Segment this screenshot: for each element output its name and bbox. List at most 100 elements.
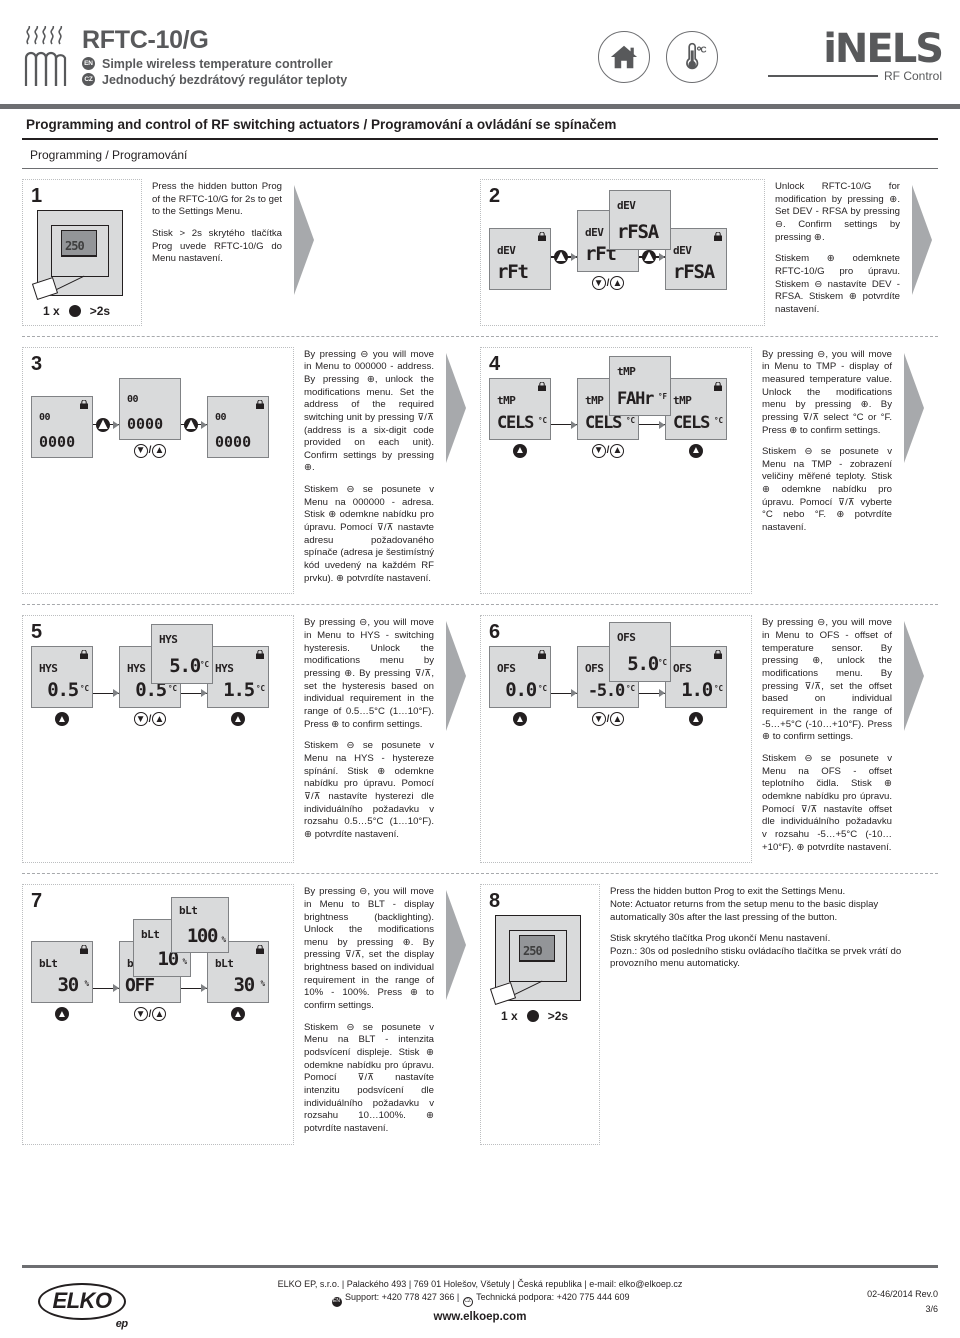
lcd-top-label: OFS	[673, 662, 692, 676]
thermostat-frame: 250	[51, 225, 109, 277]
cz-badge: CZ	[82, 73, 95, 87]
section-subtitle: Programming / Programování	[22, 140, 938, 169]
thermostat-button-area	[61, 256, 97, 274]
down-button-icon: ▼	[591, 712, 606, 727]
lcd-top-label: bLt	[39, 957, 58, 971]
thermostat-button-area	[519, 961, 555, 979]
step-2: 2 dEV rFt ▲ dEV rFt ▼ / ▲ dEV rFSA ▲ dEV…	[480, 179, 938, 326]
confirm-button: ▲	[689, 712, 703, 727]
step-4-flow-arrow	[902, 347, 930, 595]
en-badge: EN	[82, 57, 95, 71]
footer-website[interactable]: www.elkoep.com	[152, 1309, 808, 1326]
lcd-display: 00 0000	[31, 395, 93, 458]
lcd-display: tMP CELS °C	[665, 377, 727, 440]
step-6-diagram: 6 OFS 0.0 °C ▲ OFS -5.0 °C ▼ / ▲ OFS 5.0…	[480, 615, 752, 864]
elko-ep-mark: ep	[115, 1318, 128, 1331]
lcd-unit: °C	[657, 658, 667, 668]
footer-page-number: 3/6	[925, 1303, 938, 1314]
lcd-group-1: 00 0000	[31, 395, 93, 458]
step-1-press-count: 1 x	[43, 304, 60, 318]
arrow-connector: ▲	[551, 224, 577, 290]
lcd-group-3: 00 0000	[207, 395, 269, 458]
updown-buttons: ▼ / ▲	[591, 276, 625, 290]
thermostat-illustration: 250	[31, 210, 123, 300]
step-4-text: By pressing ⊖, you will move in Menu to …	[752, 347, 902, 595]
lcd-top-label: OFS	[497, 662, 516, 676]
lcd-display: dEV rFt	[489, 228, 551, 290]
lcd-top-label: HYS	[215, 662, 234, 676]
step-5-text-en: By pressing ⊖, you will move in Menu to …	[304, 617, 434, 730]
lcd-unit: %	[221, 935, 226, 945]
lcd-popup-display: dEV rFSA	[609, 190, 671, 250]
lcd-display: 00 0000	[207, 395, 269, 458]
lock-icon	[538, 232, 546, 241]
step-6: 6 OFS 0.0 °C ▲ OFS -5.0 °C ▼ / ▲ OFS 5.0…	[480, 615, 938, 864]
press-pointer-line	[511, 980, 543, 997]
lcd-group-1: bLt 30 % ▲	[31, 941, 93, 1022]
lcd-main-value: 5.0	[627, 653, 659, 676]
lcd-unit: °C	[79, 684, 89, 694]
step-1: 1 250 1 x >2s Press the hidden button Pr…	[22, 179, 480, 326]
step-8-diagram: 8 250 1 x >2s	[480, 884, 600, 1145]
up-button-icon: ▲	[152, 443, 167, 458]
steps-row-4: 7 bLt 30 % ▲ OFF ▼ / ▲ bLt 10 % bLt 100 …	[22, 874, 938, 1145]
button-separator: /	[148, 1008, 152, 1020]
step-4-display-sequence: tMP CELS °C ▲ tMP CELS °C ▼ / ▲ tMP FAHr…	[489, 355, 745, 478]
step-4: 4 tMP CELS °C ▲ tMP CELS °C ▼ / ▲ tMP FA…	[480, 346, 938, 595]
footer-support-en: Support: +420 778 427 366 |	[345, 1292, 460, 1303]
updown-buttons: ▼ / ▲	[591, 443, 625, 458]
inels-rule	[767, 75, 878, 77]
step-8-text-cz: Stisk skrytého tlačítka Prog ukončí Menu…	[610, 933, 902, 970]
arrow-connector	[551, 392, 577, 458]
step-2-text: Unlock RFTC-10/G for modification by pre…	[765, 179, 910, 326]
step-7-text: By pressing ⊖, you will move in Menu to …	[294, 884, 444, 1144]
lcd-top-label: dEV	[673, 244, 692, 257]
lcd-popup-display: OFS 5.0 °C	[609, 622, 671, 683]
footer-support: EN Support: +420 778 427 366 | CZ Techni…	[152, 1291, 808, 1307]
lcd-unit: °C	[713, 684, 723, 694]
up-button-icon: ▲	[152, 712, 167, 727]
page-footer: ELKO ep ELKO EP, s.r.o. | Palackého 493 …	[0, 1264, 960, 1338]
button-separator: /	[606, 713, 610, 725]
updown-buttons: ▼ / ▲	[133, 1007, 167, 1022]
step-3-text-en: By pressing ⊖ you will move in Menu to 0…	[304, 348, 434, 474]
arrow-connector	[93, 955, 119, 1021]
thermostat-frame: 250	[509, 930, 567, 983]
lcd-unit: °C	[167, 684, 177, 694]
step-7-text-en: By pressing ⊖, you will move in Menu to …	[304, 886, 434, 1012]
lcd-display: HYS 0.5 °C	[31, 646, 93, 709]
step-6-display-sequence: OFS 0.0 °C ▲ OFS -5.0 °C ▼ / ▲ OFS 5.0 °…	[489, 622, 745, 746]
up-button-icon: ▲	[55, 712, 69, 727]
lcd-unit: °C	[255, 684, 265, 694]
elko-wordmark: ELKO	[52, 1288, 112, 1314]
step-8-text: Press the hidden button Prog to exit the…	[600, 884, 930, 1144]
lock-icon	[256, 650, 264, 660]
home-icon	[597, 31, 650, 83]
step-4-diagram: 4 tMP CELS °C ▲ tMP CELS °C ▼ / ▲ tMP FA…	[480, 346, 752, 595]
lcd-unit: %	[182, 957, 187, 967]
lcd-unit: °C	[537, 684, 547, 694]
header-en-line: EN Simple wireless temperature controlle…	[82, 57, 347, 71]
up-button-icon: ▲	[641, 248, 657, 265]
lcd-group-3: dEV rFSA	[665, 228, 727, 290]
arrow-connector	[93, 660, 119, 726]
steps-row-2: 3 00 0000 ▲ 00 0000 ▼ / ▲ ▲ 00 0000 By p…	[22, 337, 938, 595]
step-2-diagram: 2 dEV rFt ▲ dEV rFt ▼ / ▲ dEV rFSA ▲ dEV…	[480, 179, 765, 326]
step-3-diagram: 3 00 0000 ▲ 00 0000 ▼ / ▲ ▲ 00 0000	[22, 346, 294, 595]
section-title: Programming and control of RF switching …	[22, 109, 938, 140]
up-button-icon: ▲	[513, 443, 527, 458]
lcd-main-value: 5.0	[169, 655, 201, 678]
lcd-group-3: bLt 30 % ▲	[207, 941, 269, 1022]
up-button-icon: ▲	[513, 712, 527, 727]
step-8-press-count: 1 x	[501, 1009, 518, 1024]
step-1-text-en: Press the hidden button Prog of the RFTC…	[152, 181, 282, 218]
lcd-display: OFS 0.0 °C	[489, 646, 551, 709]
up-button-icon: ▲	[610, 276, 625, 290]
lcd-unit: °C	[625, 415, 635, 425]
lock-icon	[714, 381, 722, 391]
button-dot-icon	[526, 1010, 539, 1023]
header-titles: RFTC-10/G EN Simple wireless temperature…	[82, 27, 347, 87]
steps-row-3: 5 HYS 0.5 °C ▲ HYS 0.5 °C ▼ / ▲ HYS 5.0 …	[22, 605, 938, 864]
lcd-top-label: HYS	[39, 662, 58, 676]
lcd-group-1: dEV rFt	[489, 228, 551, 290]
